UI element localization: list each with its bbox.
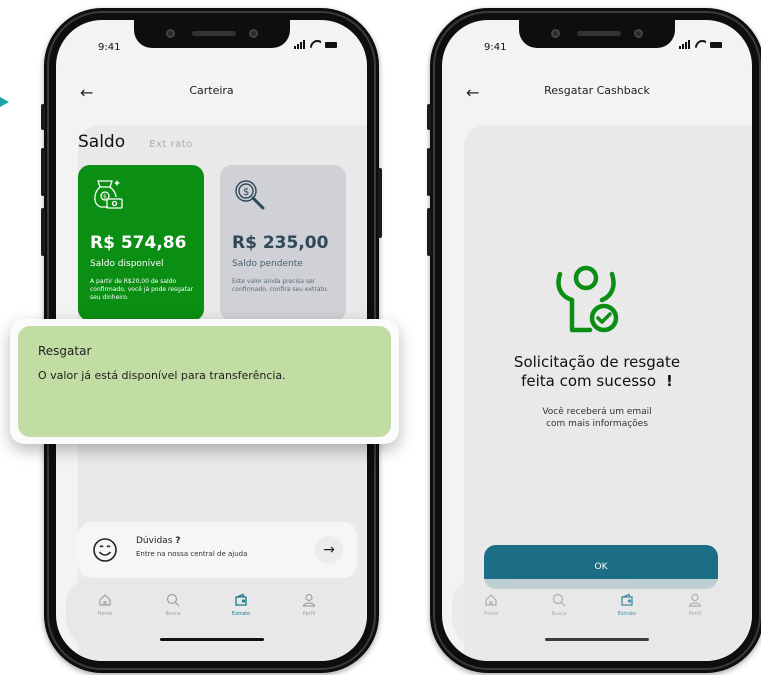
toast-body: Resgatar O valor já está disponível para…: [18, 326, 391, 437]
flow-arrow-icon: [0, 97, 9, 107]
search-icon: [552, 593, 566, 607]
search-icon: [166, 593, 180, 607]
tab-extrato[interactable]: Ext rato: [149, 139, 193, 150]
nav-home[interactable]: Home: [466, 593, 516, 617]
nav-busca[interactable]: Busca: [534, 593, 584, 617]
speaker: [191, 31, 236, 36]
available-description: A partir de R$20,00 de saldo confirmado,…: [90, 278, 194, 301]
svg-text:$: $: [103, 194, 107, 201]
balance-tabs: Saldo Ext rato: [78, 132, 193, 152]
camera-icon: [551, 29, 560, 38]
toast-message: O valor já está disponível para transfer…: [38, 369, 286, 382]
nav-perfil[interactable]: Perfil: [284, 593, 334, 617]
battery-icon: [325, 41, 337, 48]
help-arrow-button[interactable]: →: [315, 536, 343, 564]
wallet-icon: [235, 593, 247, 606]
page-title: Carteira: [189, 84, 234, 97]
page-title: Resgatar Cashback: [544, 84, 650, 97]
nav-busca[interactable]: Busca: [148, 593, 198, 617]
home-indicator: [545, 638, 649, 641]
side-button: [41, 208, 45, 256]
camera-icon: [248, 29, 258, 38]
side-button: [41, 104, 45, 130]
screen-resgatar: 9:41 ← Resgatar Cashback Solicitação de …: [442, 20, 752, 661]
header: ← Carteira: [56, 82, 367, 106]
toast-title: Resgatar: [38, 344, 92, 358]
available-label: Saldo disponível: [90, 259, 164, 269]
pending-amount: R$ 235,00: [232, 233, 329, 253]
camera-icon: [634, 29, 643, 38]
wifi-icon: [695, 40, 706, 49]
resgatar-toast[interactable]: Resgatar O valor já está disponível para…: [10, 319, 399, 444]
camera-icon: [165, 29, 175, 38]
battery-icon: [710, 41, 722, 48]
status-time: 9:41: [98, 42, 121, 53]
speaker: [577, 31, 621, 36]
available-balance-card[interactable]: $ R$ 574,86 Saldo disponível A partir de…: [78, 165, 204, 321]
user-icon: [688, 593, 702, 607]
status-icons: [294, 40, 337, 49]
phone-right: 9:41 ← Resgatar Cashback Solicitação de …: [427, 8, 761, 673]
help-subtitle: Entre na nossa central de ajuda: [136, 550, 248, 558]
status-icons: [679, 40, 722, 49]
pending-label: Saldo pendente: [232, 259, 303, 269]
side-button: [427, 104, 431, 130]
wallet-icon: [621, 593, 633, 606]
side-button: [378, 168, 382, 238]
notch: [519, 20, 675, 48]
home-icon: [99, 594, 111, 606]
coin-magnifier-icon: $: [235, 180, 265, 210]
tab-saldo[interactable]: Saldo: [78, 132, 125, 152]
signal-icon: [294, 40, 306, 49]
bottom-nav: Home Busca Extrato Perfil: [66, 579, 357, 651]
money-bag-icon: $: [94, 180, 123, 209]
side-button: [41, 148, 45, 196]
side-button: [427, 208, 431, 256]
status-time: 9:41: [484, 42, 507, 53]
pending-balance-card[interactable]: $ R$ 235,00 Saldo pendente Este valor ai…: [220, 165, 346, 321]
home-indicator: [159, 638, 264, 641]
help-title: Dúvidas ?: [136, 536, 181, 546]
bottom-nav: Home Busca Extrato Perfil: [452, 579, 742, 651]
help-card[interactable]: Dúvidas ? Entre na nossa central de ajud…: [78, 522, 357, 578]
wifi-icon: [310, 40, 321, 49]
available-amount: R$ 574,86: [90, 233, 187, 253]
success-title: Solicitação de resgate feita com sucesso…: [513, 353, 681, 390]
success-subtitle: Você receberá um email com mais informaç…: [542, 407, 652, 429]
nav-home[interactable]: Home: [80, 593, 130, 617]
signal-icon: [679, 40, 691, 49]
home-icon: [485, 594, 497, 606]
side-button: [427, 148, 431, 196]
svg-text:$: $: [243, 187, 249, 198]
notch: [133, 20, 290, 48]
smiley-icon: [93, 538, 117, 562]
nav-perfil[interactable]: Perfil: [670, 593, 720, 617]
nav-extrato[interactable]: Extrato: [216, 593, 266, 617]
nav-extrato[interactable]: Extrato: [602, 593, 652, 617]
user-icon: [302, 593, 316, 607]
person-check-icon: [556, 265, 619, 333]
pending-description: Este valor ainda precisa ser confirmado,…: [232, 278, 329, 293]
header: ← Resgatar Cashback: [442, 82, 752, 106]
